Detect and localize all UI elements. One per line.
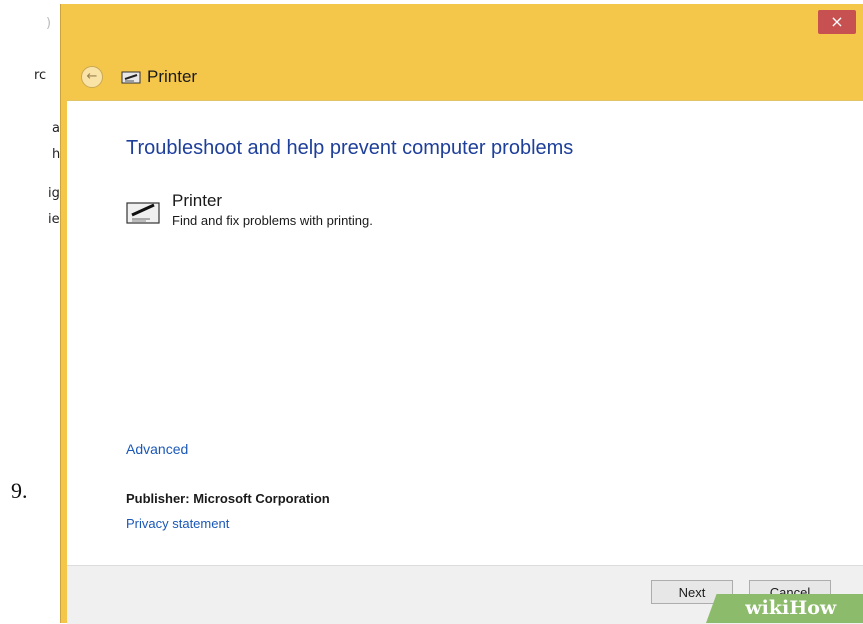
background-text: a [52, 121, 60, 136]
printer-icon [126, 202, 160, 224]
background-text: ie [48, 212, 60, 227]
troubleshooter-dialog: × ← Printer Troubleshoot and help preven… [60, 4, 863, 624]
publisher-label: Publisher: [126, 491, 190, 506]
publisher-name: Microsoft Corporation [193, 491, 330, 506]
back-button[interactable]: ← [81, 66, 103, 88]
item-text: Printer Find and fix problems with print… [172, 191, 373, 228]
troubleshooter-item[interactable]: Printer Find and fix problems with print… [126, 191, 373, 228]
close-button[interactable]: × [818, 10, 856, 34]
step-number: 9. [11, 478, 28, 503]
page-heading: Troubleshoot and help prevent computer p… [126, 137, 574, 159]
content-panel: Troubleshoot and help prevent computer p… [67, 100, 863, 565]
wikihow-watermark: wikiHow [706, 594, 863, 623]
publisher-info: Publisher: Microsoft Corporation [126, 491, 330, 506]
background-window: ) rc a h ig ie [0, 0, 66, 623]
item-title: Printer [172, 191, 223, 210]
advanced-link[interactable]: Advanced [126, 441, 188, 457]
background-text: rc [34, 68, 47, 83]
background-text: ) [46, 16, 52, 31]
watermark-how: How [789, 597, 837, 619]
dialog-header: ← Printer [81, 62, 197, 92]
watermark-wiki: wiki [745, 597, 790, 619]
privacy-statement-link[interactable]: Privacy statement [126, 516, 229, 531]
printer-icon [121, 71, 141, 84]
background-text: ig [48, 186, 60, 201]
background-text: h [52, 147, 61, 162]
item-description: Find and fix problems with printing. [172, 213, 373, 228]
window-title: Printer [147, 67, 198, 86]
